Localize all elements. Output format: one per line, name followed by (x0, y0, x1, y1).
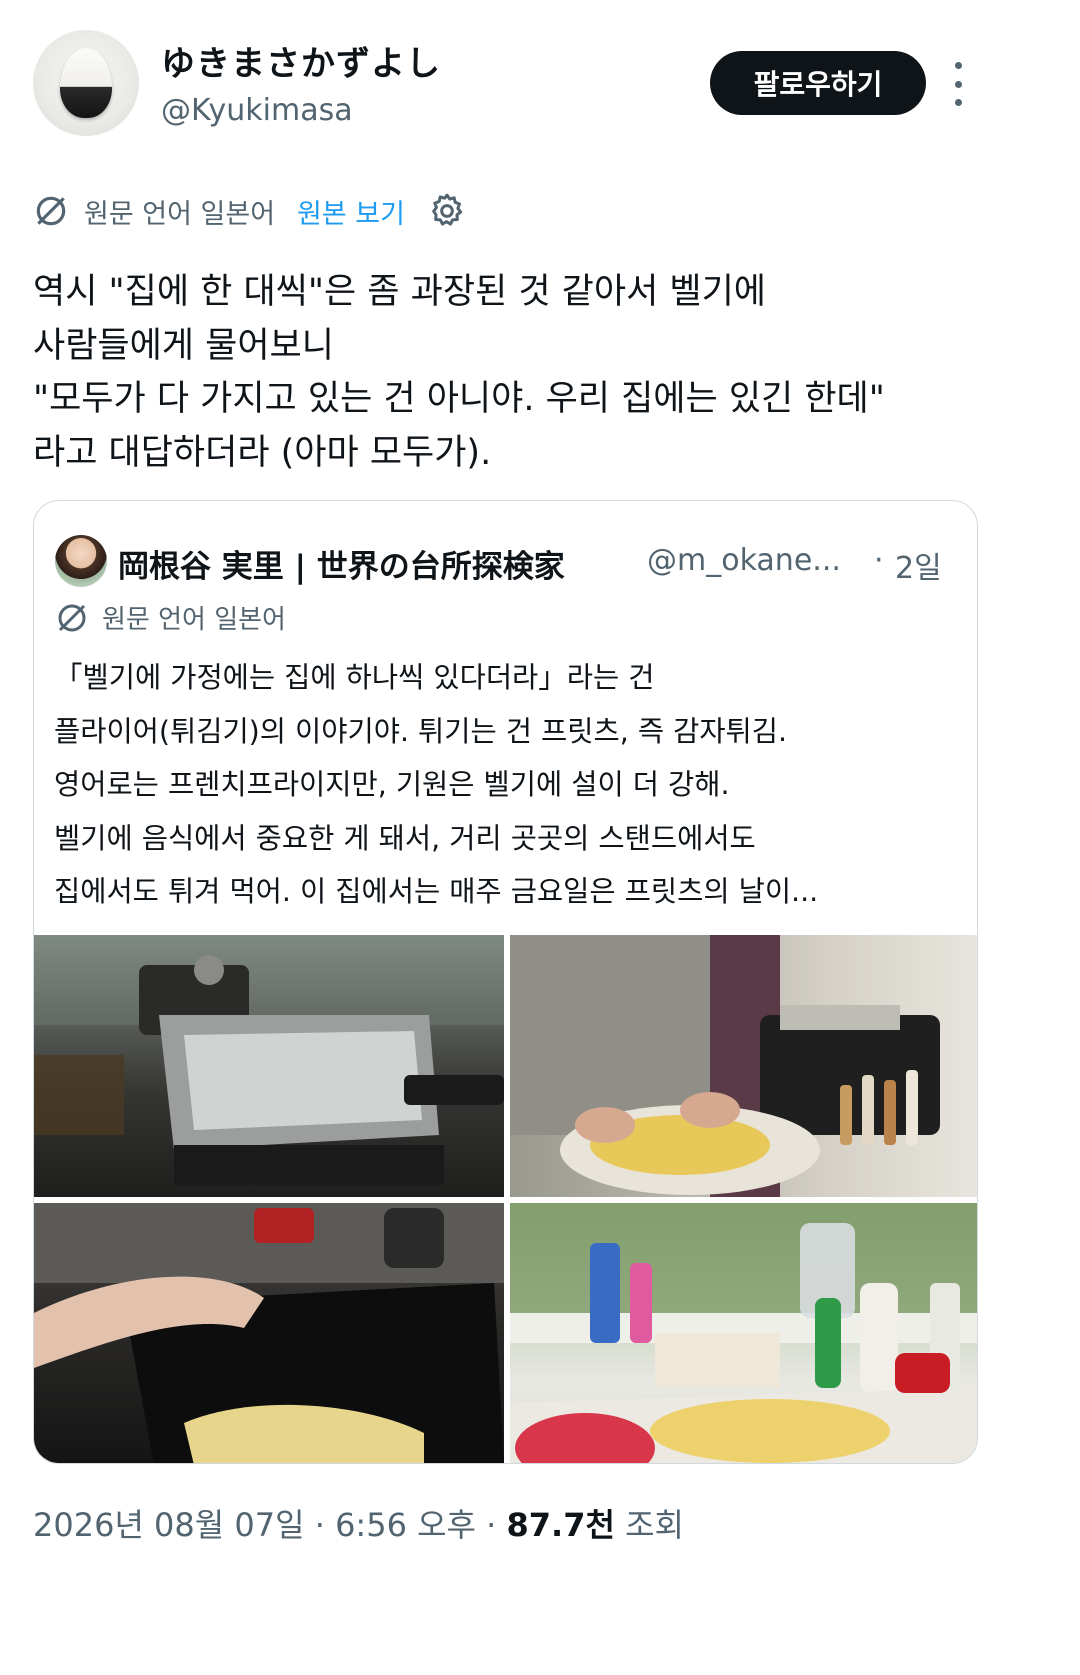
gear-icon[interactable] (427, 191, 467, 231)
meta-separator: · (486, 1506, 497, 1544)
hands-fries-illustration (510, 935, 940, 1197)
views-label: 조회 (625, 1506, 684, 1544)
kitchen-counter-illustration (510, 1203, 977, 1463)
quote-timestamp[interactable]: 2일 (895, 543, 942, 587)
quote-author-handle[interactable]: @m_okane... (647, 543, 841, 578)
post-time[interactable]: 6:56 오후 (335, 1506, 476, 1544)
follow-button[interactable]: 팔로우하기 (710, 51, 926, 115)
translate-icon (36, 196, 66, 226)
translate-icon (58, 604, 86, 631)
photo-sink-with-fries[interactable] (34, 1203, 504, 1463)
meta-separator: · (314, 1506, 325, 1544)
more-options-icon[interactable] (944, 62, 972, 106)
quote-separator: · (874, 543, 884, 578)
source-language-label: 원문 언어 일본어 (84, 198, 276, 230)
translation-bar: 원문 언어 일본어 원본 보기 (32, 188, 467, 234)
photo-deep-fryer[interactable] (34, 935, 504, 1197)
author-avatar[interactable] (33, 30, 139, 136)
post-text: 역시 "집에 한 대씩"은 좀 과장된 것 같아서 벨기에 사람들에게 물어보니… (33, 272, 885, 473)
quote-text: 「벨기에 가정에는 집에 하나씩 있다더라」라는 건 플라이어(튀김기)의 이야… (54, 661, 819, 908)
author-handle[interactable]: @Kyukimasa (161, 93, 353, 128)
quote-author-name[interactable]: 岡根谷 実里 | 世界の台所探検家 (118, 541, 565, 586)
post-date[interactable]: 2026년 08월 07일 (33, 1506, 305, 1544)
photo-hands-with-fries[interactable] (510, 935, 977, 1197)
author-display-name[interactable]: ゆきまさかずよし (161, 36, 441, 85)
post-meta: 2026년 08월 07일 · 6:56 오후 · 87.7천 조회 (33, 1500, 684, 1546)
quote-translation-bar: 원문 언어 일본어 (54, 599, 286, 636)
quote-author-avatar[interactable] (55, 535, 107, 587)
quote-source-language-label: 원문 언어 일본어 (102, 605, 286, 635)
deep-fryer-illustration (34, 935, 504, 1185)
photo-kitchen-counter[interactable] (510, 1203, 977, 1463)
egg-avatar-image (60, 48, 112, 118)
view-count[interactable]: 87.7천 (507, 1506, 615, 1544)
quoted-post[interactable]: 岡根谷 実里 | 世界の台所探検家 @m_okane... · 2일 원문 언어… (33, 500, 978, 1464)
sink-fries-illustration (34, 1203, 504, 1463)
view-original-link[interactable]: 원본 보기 (297, 192, 405, 231)
